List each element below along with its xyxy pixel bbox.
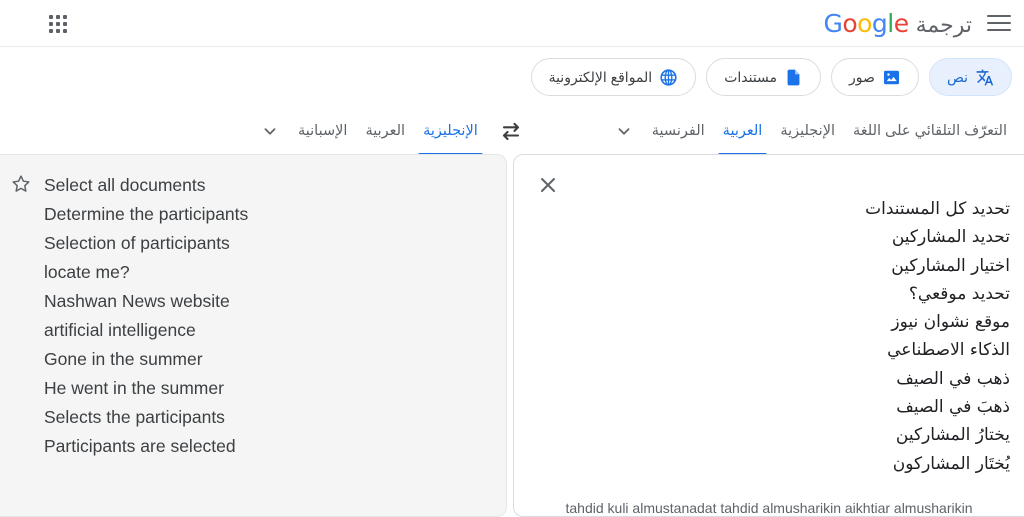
target-line: locate me?	[44, 262, 130, 282]
app-header: Google ترجمة	[0, 0, 1024, 47]
source-chevron-down-icon[interactable]	[613, 120, 635, 142]
mode-tabs: نص صور مستندات المواقع الإلكترونية	[530, 58, 1012, 96]
target-line: He went in the summer	[44, 378, 224, 398]
hamburger-menu-icon[interactable]	[986, 10, 1012, 36]
source-lang-french[interactable]: الفرنسية	[643, 119, 714, 143]
source-line: ذهبَ في الصيف	[896, 397, 1010, 418]
target-chevron-down-icon[interactable]	[259, 120, 281, 142]
image-icon	[883, 70, 899, 84]
source-lang-detect[interactable]: التعرّف التلقائي على اللغة	[844, 119, 1016, 143]
source-line: تحديد موقعي؟	[908, 283, 1010, 304]
target-lang-spanish[interactable]: الإسبانية	[289, 119, 356, 143]
product-name: ترجمة	[915, 12, 972, 38]
tab-websites[interactable]: المواقع الإلكترونية	[530, 58, 697, 96]
source-lang-arabic[interactable]: العربية	[714, 119, 772, 156]
source-line: موقع نشوان نيوز	[891, 312, 1010, 333]
target-text-content: Select all documents Determine the parti…	[44, 171, 492, 461]
tab-images-label: صور	[849, 68, 875, 85]
target-line: artificial intelligence	[44, 320, 196, 340]
translation-panels: تحديد كل المستندات تحديد المشاركين اختيا…	[0, 154, 1024, 517]
source-line: تحديد كل المستندات	[865, 199, 1010, 219]
source-line: يُختَار المشاركون	[892, 453, 1010, 474]
source-lang-english[interactable]: الإنجليزية	[771, 119, 844, 143]
tab-text[interactable]: نص	[928, 58, 1012, 96]
source-text-panel[interactable]: تحديد كل المستندات تحديد المشاركين اختيا…	[513, 154, 1024, 517]
target-language-bar: الإنجليزية العربية الإسبانية	[245, 110, 494, 156]
source-line: اختيار المشاركين	[891, 255, 1010, 276]
close-icon[interactable]	[536, 173, 560, 197]
source-line: تحديد المشاركين	[891, 227, 1010, 248]
google-wordmark: Google	[823, 8, 909, 38]
source-text-content[interactable]: تحديد كل المستندات تحديد المشاركين اختيا…	[574, 195, 1010, 478]
tab-documents[interactable]: مستندات	[706, 58, 822, 96]
tab-documents-label: مستندات	[724, 68, 778, 85]
google-translate-page: Google ترجمة نص صور مستندات المواقع الإل…	[0, 0, 1024, 517]
tab-images[interactable]: صور	[831, 58, 919, 96]
target-line: Nashwan News website	[44, 291, 230, 311]
source-line: ذهب في الصيف	[896, 368, 1010, 389]
target-text-panel: Select all documents Determine the parti…	[0, 154, 507, 517]
tab-websites-label: المواقع الإلكترونية	[548, 68, 653, 85]
star-outline-icon[interactable]	[10, 173, 32, 195]
source-language-bar: التعرّف التلقائي على اللغة الإنجليزية ال…	[530, 110, 1024, 156]
target-lang-english[interactable]: الإنجليزية	[414, 119, 487, 156]
target-line: Determine the participants	[44, 204, 249, 224]
target-lang-arabic[interactable]: العربية	[356, 119, 414, 143]
target-line: Gone in the summer	[44, 349, 203, 369]
translate-text-icon	[976, 69, 994, 85]
source-line: الذكاء الاصطناعي	[887, 340, 1010, 361]
swap-languages-icon[interactable]	[497, 118, 525, 146]
globe-icon	[660, 68, 677, 86]
header-right-cluster: Google ترجمة	[823, 9, 1012, 38]
target-line: Participants are selected	[44, 436, 236, 456]
document-icon	[787, 69, 800, 85]
tab-text-label: نص	[946, 68, 968, 85]
target-line: Selection of participants	[44, 233, 230, 253]
target-line: Select all documents	[44, 175, 206, 195]
brand-logo[interactable]: Google ترجمة	[823, 9, 972, 38]
apps-grid-icon[interactable]	[45, 11, 71, 37]
transliteration-text: tahdid kuli almustanadat tahdid almushar…	[565, 500, 973, 516]
target-line: Selects the participants	[44, 407, 225, 427]
source-line: يختارُ المشاركين	[895, 425, 1010, 446]
